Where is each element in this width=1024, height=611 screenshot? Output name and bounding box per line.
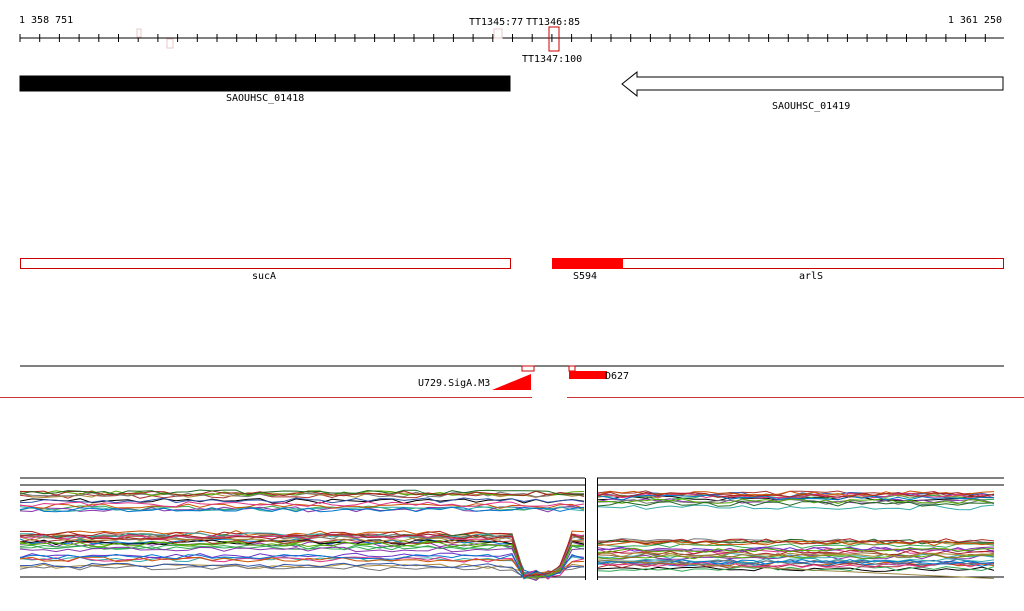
expression-track — [19, 477, 1004, 581]
promoter-arrow-left[interactable] — [492, 374, 531, 390]
promoter-box-left[interactable] — [521, 365, 535, 372]
expression-profile-line — [19, 565, 585, 578]
transcript-left[interactable] — [20, 258, 511, 269]
terminator-label-tt1346[interactable]: TT1346:85 — [526, 17, 580, 28]
transcript-track: sucA S594 arlS — [20, 258, 1004, 282]
expression-profile-line — [597, 504, 995, 511]
promoter-arrow-right[interactable] — [569, 371, 607, 379]
promoter-track: U729.SigA.M3 D627 — [0, 365, 1024, 398]
terminator-label-tt1347[interactable]: TT1347:100 — [522, 54, 582, 65]
terminator-label-tt1345[interactable]: TT1345:77 — [469, 17, 523, 28]
terminator-marker[interactable] — [166, 38, 174, 49]
terminator-marker-tt1345[interactable] — [493, 28, 503, 39]
terminator-track: TT1345:77 TT1346:85 TT1347:100 — [136, 17, 582, 65]
terminator-marker-tt1347[interactable] — [548, 26, 560, 52]
transcript-left-label[interactable]: sucA — [252, 271, 276, 282]
genome-browser-view: 1 358 751 1 361 250 TT1345:77 TT1346:85 … — [0, 15, 1024, 581]
promoter-right-label[interactable]: D627 — [605, 371, 629, 382]
transcript-highlight-s594[interactable] — [552, 258, 623, 269]
gene-right[interactable] — [621, 70, 1004, 98]
terminator-marker[interactable] — [136, 28, 142, 38]
gene-left-label[interactable]: SAOUHSC_01418 — [226, 93, 304, 104]
expression-profiles — [19, 489, 995, 581]
expression-profile-line — [19, 546, 585, 581]
ruler-end-label: 1 361 250 — [948, 15, 1002, 26]
gene-right-label[interactable]: SAOUHSC_01419 — [772, 101, 850, 112]
transcript-right-label[interactable]: arlS — [799, 271, 823, 282]
gene-left[interactable] — [19, 75, 511, 92]
promoter-box-right[interactable] — [568, 365, 576, 372]
ruler-start-label: 1 358 751 — [19, 15, 73, 26]
transcript-highlight-label[interactable]: S594 — [573, 271, 597, 282]
gene-track: SAOUHSC_01418 SAOUHSC_01419 — [19, 70, 1004, 112]
promoter-left-label[interactable]: U729.SigA.M3 — [418, 378, 490, 389]
